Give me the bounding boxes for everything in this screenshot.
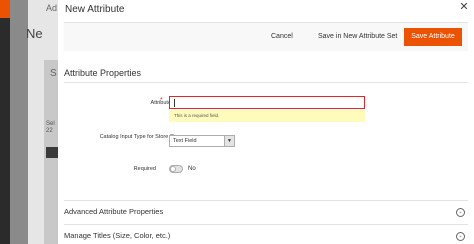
admin-sidebar <box>0 0 10 244</box>
text-caret <box>174 99 175 107</box>
background-button <box>46 147 58 158</box>
input-type-select[interactable]: Text Field ▼ <box>169 135 235 147</box>
modal-header: New Attribute ✕ <box>58 0 474 22</box>
toggle-knob <box>170 166 176 172</box>
section-divider <box>64 82 468 83</box>
required-marker: * <box>160 97 163 104</box>
background-text: Ad <box>46 3 58 13</box>
advanced-properties-section[interactable]: Advanced Attribute Properties ⌄ <box>64 200 468 222</box>
modal-title: New Attribute <box>65 4 125 15</box>
save-attribute-button[interactable]: Save Attribute <box>404 28 462 46</box>
input-type-value: Text Field <box>173 138 197 144</box>
validation-error: This is a required field. <box>169 110 365 122</box>
new-attribute-modal: New Attribute ✕ Cancel Save in New Attri… <box>58 0 474 244</box>
chevron-down-icon: ▼ <box>224 136 234 146</box>
manage-titles-section[interactable]: Manage Titles (Size, Color, etc.) ⌄ <box>64 224 468 244</box>
required-toggle-value: No <box>188 166 196 172</box>
cancel-button[interactable]: Cancel <box>271 29 293 45</box>
background-heading: Ne <box>26 26 43 41</box>
background-text: Sel 22 <box>46 121 55 134</box>
validation-error-text: This is a required field. <box>174 113 220 118</box>
attribute-label-input[interactable] <box>169 96 365 109</box>
background-text: S <box>50 68 57 79</box>
expand-icon: ⌄ <box>456 232 465 241</box>
admin-logo <box>0 0 10 18</box>
close-icon[interactable]: ✕ <box>457 0 471 14</box>
section-title: Attribute Properties <box>64 68 142 78</box>
advanced-properties-title: Advanced Attribute Properties <box>64 207 164 216</box>
save-in-new-attribute-set-button[interactable]: Save in New Attribute Set <box>318 29 397 45</box>
action-bar: Cancel Save in New Attribute Set Save At… <box>64 22 468 51</box>
required-toggle[interactable] <box>169 165 183 173</box>
required-label: Required <box>133 166 156 172</box>
expand-icon: ⌄ <box>456 208 465 217</box>
manage-titles-title: Manage Titles (Size, Color, etc.) <box>64 231 171 240</box>
